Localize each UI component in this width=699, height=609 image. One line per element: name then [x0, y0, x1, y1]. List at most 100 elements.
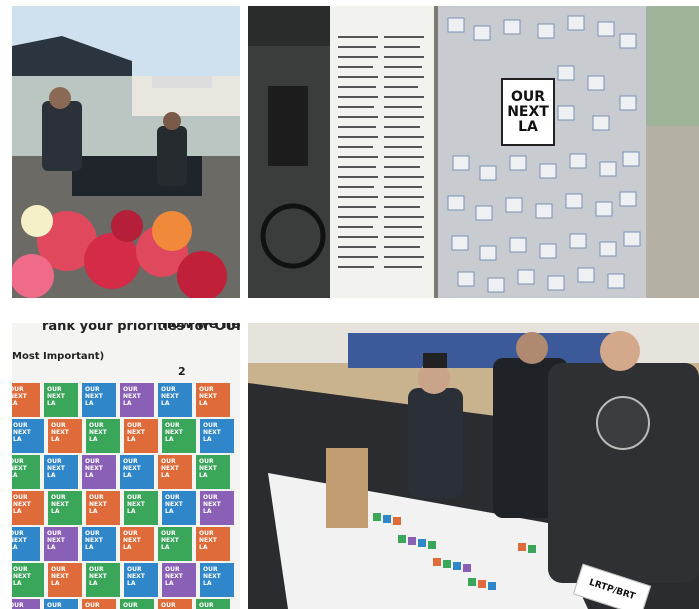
sticker-text-line: OUR — [161, 386, 176, 393]
sticker-text-line: OUR — [161, 602, 176, 609]
sticker-text-line: LA — [12, 472, 18, 479]
sticker-text-line: OUR — [51, 422, 66, 429]
sticker-text-line: NEXT — [12, 393, 27, 400]
our-next-la-sticker: OURNEXTLA — [48, 563, 82, 597]
our-next-la-sticker: OURNEXTLA — [82, 455, 116, 489]
sticker-text-line: LA — [123, 400, 132, 407]
sticker-text-line: OUR — [47, 458, 62, 465]
sign-line-2: NEXT — [507, 103, 549, 120]
sticker-text-line: NEXT — [13, 429, 31, 436]
sticker-text-line: NEXT — [13, 501, 31, 508]
sticker-text-line: OUR — [85, 602, 100, 609]
sticker-text-line: OUR — [161, 530, 176, 537]
sticker-text-line: NEXT — [165, 573, 183, 580]
sticker-text-line: LA — [13, 580, 22, 587]
sticker-text-line: OUR — [47, 602, 62, 609]
most-important-label: Most Important) — [12, 351, 105, 362]
sticker-text-line: NEXT — [161, 537, 179, 544]
sticker-text-line: NEXT — [127, 501, 145, 508]
sticker-text-line: LA — [13, 508, 22, 515]
sticker-text-line: OUR — [203, 494, 218, 501]
sticker-text-line: LA — [127, 436, 136, 443]
sticker-text-line: OUR — [123, 386, 138, 393]
sticker-text-line: NEXT — [123, 537, 141, 544]
our-next-la-sticker: OURNEXTLA — [86, 491, 120, 525]
our-next-la-sticker: OURNEXTLA — [48, 419, 82, 453]
sticker-text-line: NEXT — [47, 393, 65, 400]
sticker-text-line: LA — [85, 544, 94, 551]
sticker-text-line: NEXT — [165, 429, 183, 436]
our-next-la-sticker: OURNEXTLA — [44, 383, 78, 417]
our-next-la-sticker: OURNEXTLA — [120, 383, 154, 417]
our-next-la-sign: OUR NEXT LA — [501, 78, 555, 146]
sticker-text-line: NEXT — [199, 393, 217, 400]
our-next-la-sticker: OURNEXTLA — [12, 455, 40, 489]
our-next-la-sticker: OURNEXTLA — [82, 599, 116, 609]
sticker-text-line: OUR — [123, 530, 138, 537]
sticker-text-line: OUR — [51, 494, 66, 501]
our-next-la-sticker: OURNEXTLA — [12, 383, 40, 417]
sticker-text-line: NEXT — [51, 501, 69, 508]
sticker-text-line: LA — [12, 544, 18, 551]
our-next-la-sticker: OURNEXTLA — [44, 527, 78, 561]
sticker-text-line: NEXT — [127, 573, 145, 580]
sticker-text-line: LA — [127, 508, 136, 515]
our-next-la-sticker: OURNEXTLA — [82, 383, 116, 417]
our-next-la-sticker: OURNEXTLA — [162, 563, 196, 597]
our-next-la-sticker: OURNEXTLA — [12, 599, 40, 609]
our-next-la-sticker: OURNEXTLA — [48, 491, 82, 525]
sticker-text-line: OUR — [199, 386, 214, 393]
photo-ranking-sheet: rank your priorities for OUR NEXT LA. Pl… — [12, 323, 240, 609]
our-next-la-sticker: OURNEXTLA — [120, 527, 154, 561]
sticker-text-line: LA — [47, 544, 56, 551]
our-next-la-sticker: OURNEXTLA — [124, 491, 158, 525]
sticker-text-line: OUR — [199, 458, 214, 465]
sticker-text-line: OUR — [161, 458, 176, 465]
sticker-text-line: LA — [12, 400, 18, 407]
sticker-text-line: NEXT — [51, 573, 69, 580]
our-next-la-sticker: OURNEXTLA — [200, 491, 234, 525]
our-next-la-sticker: OURNEXTLA — [124, 563, 158, 597]
sticker-text-line: LA — [123, 472, 132, 479]
sticker-text-line: OUR — [165, 494, 180, 501]
our-next-la-sticker: OURNEXTLA — [162, 419, 196, 453]
ranking-sheet-header-tail: how we ne — [162, 323, 240, 332]
sticker-text-line: OUR — [13, 566, 28, 573]
sticker-text-line: NEXT — [203, 501, 221, 508]
sticker-text-line: LA — [161, 400, 170, 407]
sticker-text-line: LA — [203, 436, 212, 443]
sticker-text-line: NEXT — [12, 465, 27, 472]
our-next-la-sticker: OURNEXTLA — [200, 563, 234, 597]
sign-line-1: OUR — [510, 88, 546, 105]
sticker-text-line: LA — [89, 580, 98, 587]
sticker-text-line: OUR — [123, 458, 138, 465]
photo-indoor-table: LRTP/BRT — [248, 323, 699, 609]
sticker-text-line: OUR — [85, 386, 100, 393]
our-next-la-sticker: OURNEXTLA — [162, 491, 196, 525]
sticker-text-line: OUR — [47, 530, 62, 537]
sticker-text-line: OUR — [203, 422, 218, 429]
our-next-la-sticker: OURNEXTLA — [86, 563, 120, 597]
sticker-text-line: LA — [161, 472, 170, 479]
sticker-text-line: NEXT — [199, 465, 217, 472]
sticker-text-line: LA — [123, 544, 132, 551]
our-next-la-sticker: OURNEXTLA — [124, 419, 158, 453]
sticker-text-line: NEXT — [127, 429, 145, 436]
our-next-la-sticker: OURNEXTLA — [158, 455, 192, 489]
sticker-text-line: NEXT — [85, 393, 103, 400]
sticker-text-line: OUR — [13, 422, 28, 429]
sticker-text-line: LA — [85, 472, 94, 479]
our-next-la-sticker: OURNEXTLA — [196, 455, 230, 489]
sticker-text-line: OUR — [127, 494, 142, 501]
sticker-text-line: LA — [203, 508, 212, 515]
sticker-text-line: NEXT — [85, 465, 103, 472]
sticker-text-line: OUR — [165, 566, 180, 573]
sticker-text-line: OUR — [89, 566, 104, 573]
sticker-text-line: NEXT — [203, 573, 221, 580]
our-next-la-sticker: OURNEXTLA — [158, 527, 192, 561]
our-next-la-sticker: OURNEXTLA — [120, 455, 154, 489]
sticker-text-line: OUR — [51, 566, 66, 573]
sticker-text-line: LA — [165, 580, 174, 587]
our-next-la-sticker: OURNEXTLA — [12, 491, 44, 525]
sticker-text-line: OUR — [12, 530, 24, 537]
